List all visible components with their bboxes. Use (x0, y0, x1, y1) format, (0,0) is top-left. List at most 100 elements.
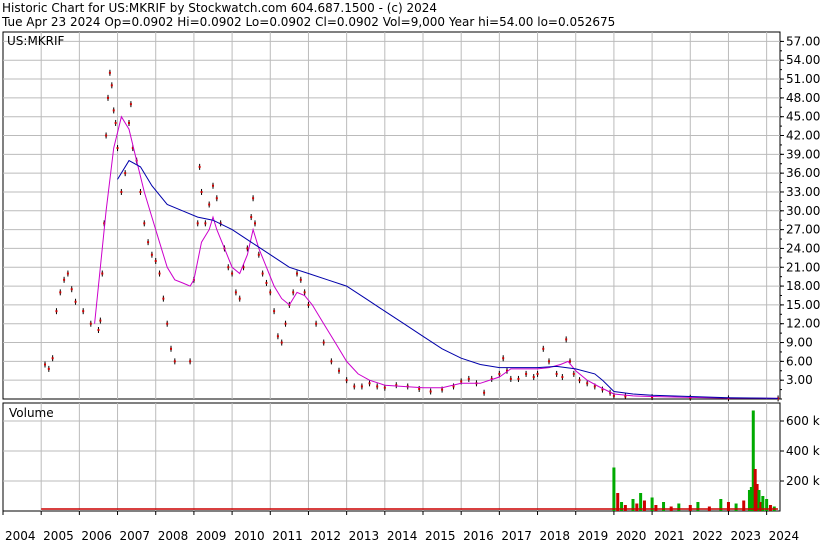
price-close-point (418, 387, 421, 390)
price-close-point (612, 394, 615, 397)
volume-plot-area (2, 402, 781, 512)
price-close-point (246, 247, 249, 250)
price-close-point (315, 322, 318, 325)
price-plot-area (2, 31, 781, 400)
price-close-point (99, 319, 102, 322)
price-close-point (105, 134, 108, 137)
price-close-point (107, 96, 109, 99)
price-close-point (460, 380, 463, 383)
price-close-point (74, 300, 77, 303)
price-close-point (303, 291, 306, 294)
price-close-point (97, 328, 100, 331)
price-close-point (154, 259, 157, 262)
volume-bar (677, 503, 681, 511)
price-close-point (345, 379, 348, 382)
price-close-point (89, 322, 92, 325)
price-close-point (517, 377, 520, 380)
x-tick-label: 2014 (387, 529, 418, 543)
price-close-point (353, 385, 356, 388)
price-tick-label: 30.00 (786, 204, 820, 218)
price-close-point (273, 310, 276, 313)
price-close-point (110, 84, 113, 87)
chart-canvas: 57.00 54.00 51.00 48.00 45.00 42.00 39.00 36.00… (2, 31, 820, 543)
price-close-point (212, 184, 214, 187)
price-close-point (82, 310, 85, 313)
price-tick-label: 3.00 (786, 373, 813, 387)
price-close-point (383, 386, 386, 389)
x-tick-label: 2016 (463, 529, 494, 543)
price-close-point (204, 222, 207, 225)
price-close-point (66, 272, 69, 275)
price-close-point (124, 172, 127, 175)
price-close-point (542, 347, 545, 350)
price-close-point (143, 222, 146, 225)
price-close-point (265, 281, 268, 284)
price-close-point (330, 360, 333, 363)
price-close-point (162, 297, 165, 300)
price-close-point (250, 216, 253, 219)
price-close-point (296, 272, 298, 275)
x-tick-label: 2024 (769, 529, 800, 543)
volume-bar (734, 503, 738, 511)
price-close-point (147, 241, 150, 244)
price-close-point (569, 360, 571, 363)
price-close-point (536, 372, 539, 375)
x-tick-label: 2008 (158, 529, 189, 543)
x-tick-label: 2018 (540, 529, 571, 543)
price-panel-title: US:MKRIF (7, 34, 65, 48)
price-tick-label: 9.00 (786, 336, 813, 350)
price-close-point (101, 272, 104, 275)
price-tick-label: 18.00 (786, 279, 820, 293)
price-close-point (44, 363, 46, 366)
price-close-point (200, 190, 203, 193)
price-tick-label: 45.00 (786, 110, 820, 124)
volume-bar (688, 505, 692, 511)
price-close-point (368, 382, 371, 385)
price-close-point (624, 395, 627, 398)
price-close-point (51, 357, 54, 360)
price-tick-label: 21.00 (786, 260, 820, 274)
price-close-point (276, 335, 279, 338)
price-tick-label: 51.00 (786, 72, 820, 86)
x-tick-label: 2023 (730, 529, 761, 543)
price-close-point (257, 253, 260, 256)
price-close-point (120, 190, 123, 193)
price-tick-label: 39.00 (786, 147, 820, 161)
price-close-point (284, 322, 287, 325)
price-close-point (55, 310, 58, 313)
price-tick-label: 42.00 (786, 129, 820, 143)
price-close-point (299, 278, 302, 281)
price-close-point (234, 291, 237, 294)
price-close-point (322, 341, 325, 344)
price-close-point (238, 297, 241, 300)
price-close-point (269, 291, 272, 294)
price-close-point (227, 266, 230, 269)
x-tick-label: 2011 (272, 529, 303, 543)
price-close-point (208, 203, 211, 206)
price-close-point (231, 272, 234, 275)
price-close-point (63, 278, 66, 281)
price-close-point (47, 367, 50, 370)
price-tick-label: 24.00 (786, 241, 820, 255)
price-close-point (252, 197, 255, 200)
price-close-point (173, 360, 176, 363)
price-close-point (525, 372, 528, 375)
price-tick-label: 54.00 (786, 53, 820, 67)
volume-bar (635, 503, 639, 511)
price-close-point (292, 291, 295, 294)
price-close-point (502, 357, 505, 360)
price-close-point (129, 103, 132, 106)
price-tick-label: 57.00 (786, 34, 820, 48)
price-close-point (572, 372, 575, 375)
price-close-point (139, 190, 142, 193)
x-tick-label: 2013 (349, 529, 380, 543)
price-close-point (166, 322, 169, 325)
price-close-point (196, 222, 199, 225)
price-tick-label: 15.00 (786, 298, 820, 312)
price-close-point (561, 376, 564, 379)
price-close-point (254, 222, 256, 225)
x-tick-label: 2017 (501, 529, 532, 543)
price-tick-label: 48.00 (786, 91, 820, 105)
price-close-point (158, 272, 161, 275)
price-close-point (578, 379, 581, 382)
